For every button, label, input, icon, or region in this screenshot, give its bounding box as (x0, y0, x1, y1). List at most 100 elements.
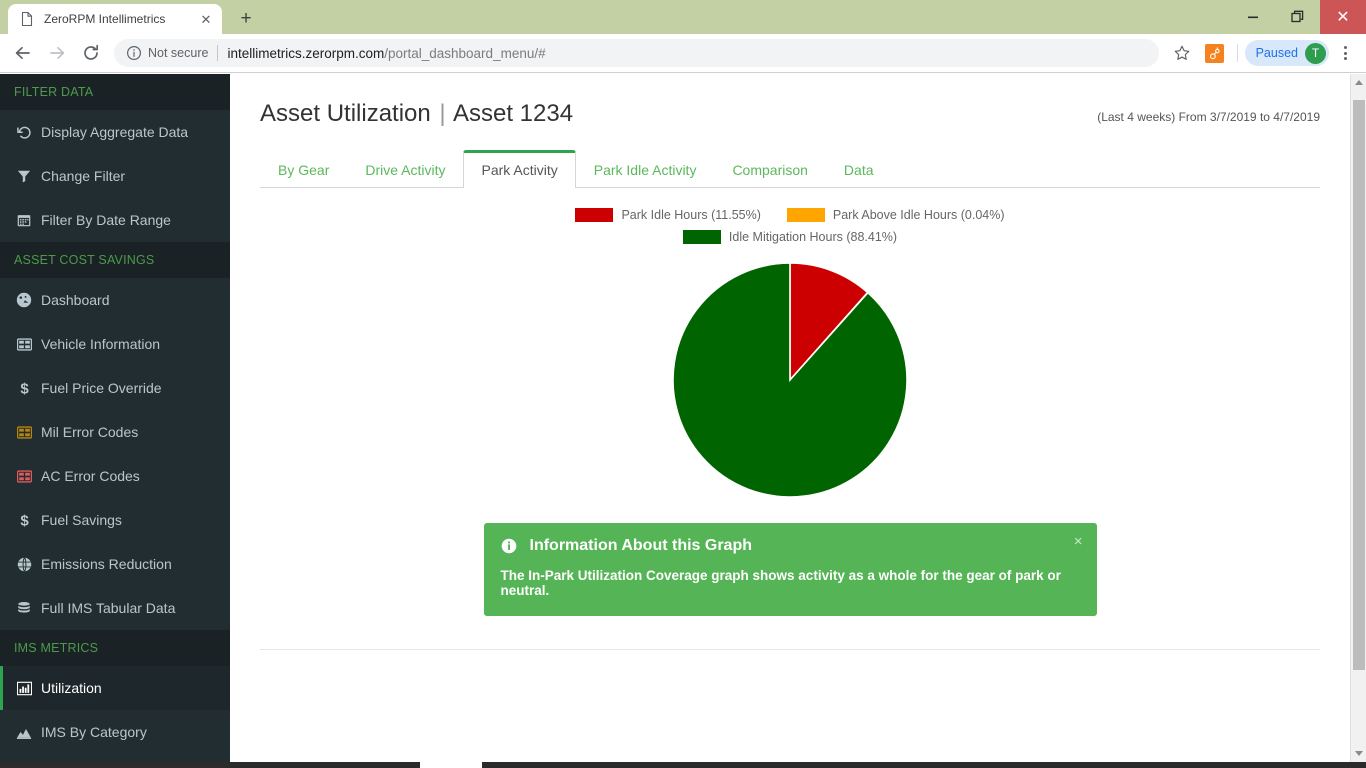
svg-text:$: $ (20, 380, 29, 396)
tab-park-idle-activity[interactable]: Park Idle Activity (576, 150, 715, 188)
legend-item[interactable]: Park Above Idle Hours (0.04%) (786, 208, 1005, 222)
browser-tab[interactable]: ZeroRPM Intellimetrics ✕ (8, 4, 222, 34)
sidebar-item-change-filter[interactable]: Change Filter (0, 154, 230, 198)
scroll-up-icon[interactable] (1351, 74, 1366, 91)
filter-icon (14, 169, 34, 183)
browser-tab-title: ZeroRPM Intellimetrics (44, 12, 166, 26)
bar-chart-icon (14, 681, 34, 696)
sidebar-item-label: Change Filter (41, 168, 126, 184)
address-bar[interactable]: Not secure intellimetrics.zerorpm.com/po… (114, 39, 1159, 67)
maximize-icon[interactable] (1275, 0, 1320, 34)
back-arrow-icon[interactable] (8, 38, 38, 68)
menu-dot (1343, 46, 1347, 49)
legend-swatch (786, 208, 825, 222)
tab-by-gear[interactable]: By Gear (260, 150, 347, 188)
sidebar-item-label: Dashboard (41, 292, 110, 308)
scroll-down-icon[interactable] (1351, 745, 1366, 762)
tab-bar: By Gear Drive Activity Park Activity Park I… (260, 150, 1320, 188)
toolbar-divider (1236, 44, 1238, 62)
sidebar-item-label: Full IMS Tabular Data (41, 600, 176, 616)
legend-item[interactable]: Idle Mitigation Hours (88.41%) (575, 230, 1005, 244)
url-domain: intellimetrics.zerorpm.com (227, 45, 385, 61)
tab-comparison[interactable]: Comparison (714, 150, 825, 188)
avatar: T (1305, 42, 1326, 64)
sidebar-item-label: Vehicle Information (41, 336, 161, 352)
menu-dot (1343, 57, 1347, 60)
sidebar-item-ac-error-codes[interactable]: AC Error Codes (0, 454, 230, 498)
legend-item[interactable]: Park Idle Hours (11.55%) (575, 208, 761, 222)
legend-label: Idle Mitigation Hours (88.41%) (728, 230, 898, 244)
close-icon[interactable]: × (1074, 534, 1083, 549)
dollar-icon: $ (14, 512, 34, 528)
sidebar-item-full-ims-tabular-data[interactable]: Full IMS Tabular Data (0, 586, 230, 630)
page-icon (19, 11, 35, 27)
tab-data[interactable]: Data (826, 150, 892, 188)
svg-text:$: $ (20, 512, 29, 528)
sidebar-item-display-aggregate-data[interactable]: Display Aggregate Data (0, 110, 230, 154)
sidebar-item-dashboard[interactable]: Dashboard (0, 278, 230, 322)
url-path: /portal_dashboard_menu/# (384, 45, 546, 61)
page-title: Asset Utilization | Asset 1234 (260, 100, 573, 128)
pie-slice[interactable] (672, 262, 908, 498)
not-secure-info-icon[interactable] (126, 45, 142, 61)
star-icon[interactable] (1168, 39, 1196, 67)
url-text: intellimetrics.zerorpm.com/portal_dashbo… (227, 46, 545, 61)
profile-sync-status: Paused (1255, 46, 1298, 60)
sidebar-item-ims-by-category[interactable]: IMS By Category (0, 710, 230, 754)
page-title-primary: Asset Utilization (260, 100, 431, 127)
sidebar-item-label: Fuel Savings (41, 512, 122, 528)
sidebar-item-fuel-savings[interactable]: $ Fuel Savings (0, 498, 230, 542)
legend-swatch (682, 230, 721, 244)
browser-window: ZeroRPM Intellimetrics ✕ + ✕ Not secure … (0, 0, 1366, 768)
content-scroll-region: Asset Utilization | Asset 1234 (Last 4 w… (230, 74, 1350, 762)
info-alert-title: Information About this Graph (501, 537, 1080, 555)
omnibox-divider (217, 45, 219, 61)
browser-tabstrip: ZeroRPM Intellimetrics ✕ + ✕ (0, 0, 1366, 34)
security-status-label: Not secure (148, 46, 209, 60)
sidebar-item-label: IMS By Category (41, 724, 147, 740)
forward-arrow-icon[interactable] (42, 38, 72, 68)
three-dot-menu-icon[interactable] (1332, 39, 1358, 67)
sidebar-section-header: ASSET COST SAVINGS (0, 242, 230, 278)
pie-chart-svg[interactable] (672, 262, 908, 498)
new-tab-button[interactable]: + (232, 4, 260, 32)
info-alert: Information About this Graph The In-Park… (483, 523, 1097, 616)
sidebar-item-mil-error-codes[interactable]: Mil Error Codes (0, 410, 230, 454)
table-icon (14, 425, 34, 440)
close-icon[interactable]: ✕ (198, 11, 214, 27)
sidebar-item-label: Fuel Price Override (41, 380, 162, 396)
sidebar-item-vehicle-information[interactable]: Vehicle Information (0, 322, 230, 366)
table-icon (14, 337, 34, 352)
sidebar-section-header: FILTER DATA (0, 74, 230, 110)
tab-park-activity[interactable]: Park Activity (463, 150, 576, 188)
sidebar-section-header: IMS METRICS (0, 630, 230, 666)
horizontal-scrollbar[interactable] (0, 762, 1366, 768)
info-circle-icon (501, 538, 517, 554)
window-close-icon[interactable]: ✕ (1320, 0, 1366, 34)
hubspot-extension-icon[interactable] (1204, 43, 1224, 63)
sidebar-item-emissions-reduction[interactable]: Emissions Reduction (0, 542, 230, 586)
sidebar-item-label: Mil Error Codes (41, 424, 139, 440)
date-range-label: (Last 4 weeks) From 3/7/2019 to 4/7/2019 (1097, 110, 1320, 124)
minimize-icon[interactable] (1230, 0, 1275, 34)
table-icon (14, 469, 34, 484)
page-viewport: FILTER DATA Display Aggregate Data Change … (0, 74, 1366, 762)
reload-icon[interactable] (76, 38, 106, 68)
page-title-secondary: Asset 1234 (452, 100, 574, 127)
globe-icon (14, 556, 34, 572)
scrollbar-thumb[interactable] (420, 762, 482, 768)
page-header: Asset Utilization | Asset 1234 (Last 4 w… (260, 100, 1320, 128)
legend-label: Park Above Idle Hours (0.04%) (832, 208, 1005, 222)
scrollbar-thumb[interactable] (1353, 100, 1365, 670)
sidebar-item-fuel-price-override[interactable]: $ Fuel Price Override (0, 366, 230, 410)
sidebar-item-utilization[interactable]: Utilization (0, 666, 230, 710)
tab-drive-activity[interactable]: Drive Activity (347, 150, 463, 188)
sidebar: FILTER DATA Display Aggregate Data Change … (0, 74, 230, 762)
sidebar-item-filter-by-date-range[interactable]: Filter By Date Range (0, 198, 230, 242)
chart-legend: Park Idle Hours (11.55%) Park Above Idle … (575, 208, 1005, 244)
info-alert-body: The In-Park Utilization Coverage graph s… (500, 568, 1061, 598)
browser-scrollbar[interactable] (1350, 74, 1366, 762)
profile-button[interactable]: Paused T (1244, 40, 1329, 66)
chart-container: Park Idle Hours (11.55%) Park Above Idle … (260, 188, 1320, 503)
undo-icon (14, 125, 34, 140)
